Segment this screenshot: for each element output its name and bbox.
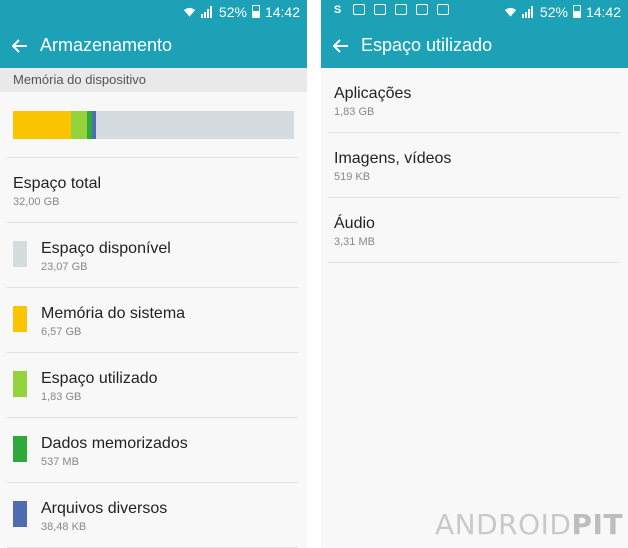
storage-item-label: Arquivos diversos [41,500,168,517]
signal-icon [522,5,535,18]
gallery-icon [373,3,386,16]
page-title: Armazenamento [40,35,173,55]
used-item-label: Áudio [334,215,375,232]
color-swatch [13,306,27,332]
storage-item-label: Dados memorizados [41,435,188,452]
notification-icons: S [331,3,449,16]
used-space-screen: S 52% 14:42 Espaço utilizado Aplicações … [321,0,628,548]
storage-bar-container [0,92,307,157]
divider [328,262,619,263]
storage-item-label: Espaço utilizado [41,370,158,387]
storage-item-label: Memória do sistema [41,305,186,322]
storage-item-value: 1,83 GB [41,391,82,403]
storage-item-value: 537 MB [41,456,79,468]
image-icon [352,3,365,16]
battery-icon [572,5,581,18]
app-bar: Armazenamento [0,23,307,68]
used-item-value: 519 KB [334,171,371,183]
storage-item-misc[interactable]: Arquivos diversos 38,48 KB [0,483,307,547]
storage-item-value: 6,57 GB [41,326,82,338]
watermark-part2: PIT [571,508,624,541]
section-header: Memória do dispositivo [0,68,307,92]
total-space-value: 32,00 GB [13,196,60,208]
battery-percent: 52% [218,3,247,20]
status-bar: 52% 14:42 [0,0,307,23]
s-app-icon: S [333,3,342,16]
storage-item-value: 38,48 KB [41,521,87,533]
page-title: Espaço utilizado [361,35,493,55]
battery-icon [251,5,260,18]
color-swatch [13,371,27,397]
storage-item-used[interactable]: Espaço utilizado 1,83 GB [0,353,307,417]
storage-usage-bar [13,111,294,139]
storage-bar-segment [92,111,96,139]
total-space-row: Espaço total 32,00 GB [0,158,307,222]
printer-icon [394,3,407,16]
clock: 14:42 [264,3,300,20]
status-bar: S 52% 14:42 [321,0,628,23]
used-item-value: 3,31 MB [334,236,375,248]
storage-item-value: 23,07 GB [41,261,88,273]
storage-bar-segment [71,111,87,139]
used-item-label: Aplicações [334,85,412,102]
storage-item-label: Espaço disponível [41,240,171,257]
arrow-left-icon [12,38,27,53]
signal-icon [201,5,214,18]
androidpit-watermark: ANDROIDPIT [435,508,623,541]
arrow-left-icon [333,38,348,53]
watermark-part1: ANDROID [435,508,572,541]
back-button[interactable] [321,23,361,68]
printer-icon [415,3,428,16]
total-space-label: Espaço total [13,175,102,192]
storage-item-system[interactable]: Memória do sistema 6,57 GB [0,288,307,352]
used-item-applications[interactable]: Aplicações 1,83 GB [321,68,628,132]
storage-item-available[interactable]: Espaço disponível 23,07 GB [0,223,307,287]
back-button[interactable] [0,23,40,68]
color-swatch [13,241,27,267]
wifi-icon [183,5,196,18]
wifi-icon [504,5,517,18]
app-bar: Espaço utilizado [321,23,628,68]
storage-item-cached[interactable]: Dados memorizados 537 MB [0,418,307,482]
used-item-label: Imagens, vídeos [334,150,452,167]
storage-screen: 52% 14:42 Armazenamento Memória do dispo… [0,0,307,548]
battery-percent: 52% [539,3,568,20]
used-item-value: 1,83 GB [334,106,375,118]
color-swatch [13,501,27,527]
clock: 14:42 [585,3,621,20]
color-swatch [13,436,27,462]
storage-bar-segment [13,111,71,139]
camera-icon [436,3,449,16]
used-item-images-videos[interactable]: Imagens, vídeos 519 KB [321,133,628,197]
used-item-audio[interactable]: Áudio 3,31 MB [321,198,628,262]
